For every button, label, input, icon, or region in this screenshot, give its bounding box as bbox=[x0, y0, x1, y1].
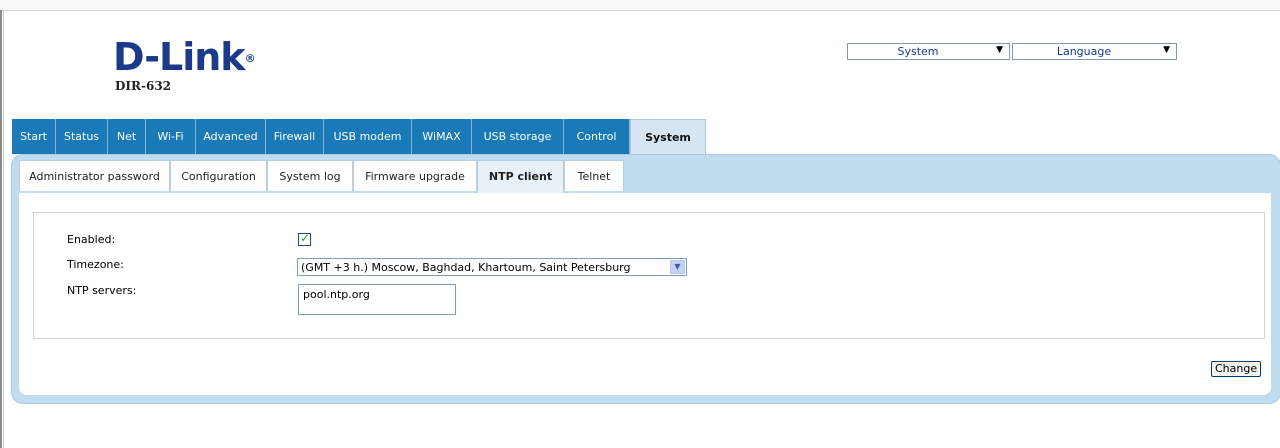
tab-status[interactable]: Status bbox=[56, 119, 108, 154]
window-left-edge bbox=[0, 10, 2, 448]
subtab-administrator-password[interactable]: Administrator password bbox=[19, 160, 170, 191]
subtab-system-log[interactable]: System log bbox=[267, 160, 353, 191]
tab-wifi[interactable]: Wi-Fi bbox=[146, 119, 196, 154]
enabled-checkbox[interactable]: ✓ bbox=[298, 231, 311, 246]
main-tabs: Start Status Net Wi-Fi Advanced Firewall… bbox=[12, 119, 706, 155]
tab-wimax[interactable]: WiMAX bbox=[412, 119, 472, 154]
language-select[interactable]: Language ▼ bbox=[1012, 43, 1177, 60]
tab-advanced[interactable]: Advanced bbox=[196, 119, 266, 154]
tab-control[interactable]: Control bbox=[564, 119, 630, 154]
system-select[interactable]: System ▼ bbox=[847, 43, 1010, 60]
enabled-label: Enabled: bbox=[67, 233, 116, 246]
ntp-servers-field[interactable]: pool.ntp.org bbox=[298, 284, 456, 315]
subtab-firmware-upgrade[interactable]: Firmware upgrade bbox=[353, 160, 477, 191]
tab-firewall[interactable]: Firewall bbox=[266, 119, 324, 154]
language-select-value: Language bbox=[1056, 45, 1112, 58]
tab-usb-modem[interactable]: USB modem bbox=[324, 119, 412, 154]
tab-net[interactable]: Net bbox=[108, 119, 146, 154]
tab-usb-storage[interactable]: USB storage bbox=[472, 119, 564, 154]
window-top-edge bbox=[0, 0, 1280, 11]
chevron-down-icon: ▼ bbox=[670, 260, 685, 274]
checkmark-icon: ✓ bbox=[300, 231, 311, 245]
subtab-configuration[interactable]: Configuration bbox=[170, 160, 267, 191]
device-model: DIR-632 bbox=[115, 79, 172, 93]
subtab-telnet[interactable]: Telnet bbox=[564, 160, 624, 191]
change-button[interactable]: Change bbox=[1211, 361, 1262, 377]
tab-system[interactable]: System bbox=[630, 119, 706, 155]
brand-logo: D-Link® bbox=[113, 35, 256, 79]
window-left-edge-inner bbox=[3, 10, 4, 448]
timezone-value: (GMT +3 h.) Moscow, Baghdad, Khartoum, S… bbox=[301, 261, 631, 274]
timezone-select[interactable]: (GMT +3 h.) Moscow, Baghdad, Khartoum, S… bbox=[297, 258, 687, 276]
timezone-label: Timezone: bbox=[67, 258, 124, 271]
system-select-value: System bbox=[897, 45, 939, 58]
ntp-servers-label: NTP servers: bbox=[67, 284, 137, 297]
subtab-ntp-client[interactable]: NTP client bbox=[477, 160, 564, 193]
tab-start[interactable]: Start bbox=[12, 119, 56, 154]
chevron-down-icon: ▼ bbox=[996, 45, 1003, 55]
sub-tabs: Administrator password Configuration Sys… bbox=[19, 160, 624, 193]
ntp-servers-value: pool.ntp.org bbox=[303, 288, 370, 301]
chevron-down-icon: ▼ bbox=[1163, 45, 1170, 55]
